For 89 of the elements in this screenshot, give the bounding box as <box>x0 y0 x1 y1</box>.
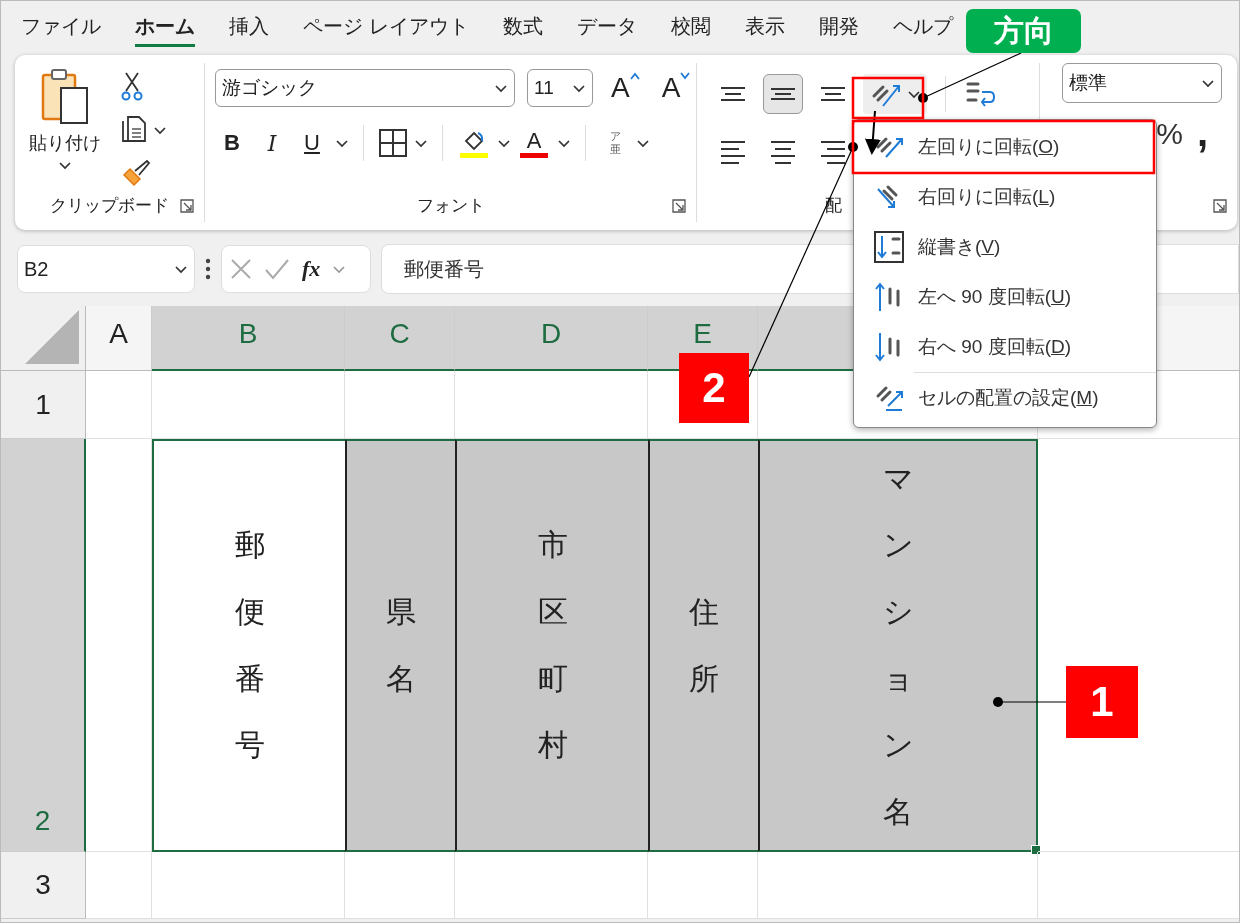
column-header[interactable]: C <box>345 306 455 371</box>
menu-tab[interactable]: ファイル <box>21 9 101 47</box>
arrow <box>864 110 881 155</box>
align-lines-icon <box>770 87 796 101</box>
percent-style-button[interactable]: % <box>1156 117 1183 151</box>
caret-down-icon <box>680 72 691 80</box>
menu-tab[interactable]: ヘルプ <box>892 9 953 47</box>
orientation-button[interactable] <box>863 74 927 114</box>
column-header[interactable]: A <box>86 306 152 371</box>
chevron-down-icon[interactable] <box>174 264 188 274</box>
menu-item[interactable]: 右回りに回転(L) <box>854 172 1156 222</box>
cell[interactable]: 市区町村 <box>455 439 648 852</box>
chevron-down-icon[interactable] <box>414 138 428 148</box>
more-options-icon[interactable] <box>205 258 211 280</box>
name-box[interactable]: B2 <box>17 245 195 293</box>
bold-button[interactable]: B <box>215 130 249 156</box>
align-lines-icon <box>770 139 796 165</box>
check-icon[interactable] <box>264 258 290 280</box>
phonetic-button[interactable]: ア 亜 <box>600 130 630 156</box>
chevron-down-icon[interactable] <box>1201 78 1215 88</box>
middle-align-button[interactable] <box>763 74 803 114</box>
chevron-down-icon[interactable] <box>636 138 650 148</box>
cell[interactable] <box>648 852 758 919</box>
cell[interactable] <box>86 852 152 919</box>
font-size-dropdown[interactable]: 11 <box>527 69 593 107</box>
insert-function-button[interactable]: fx <box>302 256 321 282</box>
vertical-text-icon <box>874 231 906 263</box>
cell[interactable] <box>86 371 152 439</box>
row-header[interactable]: 2 <box>1 439 86 852</box>
row-header[interactable]: 1 <box>1 371 86 439</box>
menu-tab[interactable]: データ <box>576 9 637 47</box>
callout-tooltip: 方向 <box>966 9 1081 53</box>
chevron-down-icon[interactable] <box>907 89 921 99</box>
italic-button[interactable]: I <box>255 130 289 156</box>
cell[interactable]: 県名 <box>345 439 455 852</box>
chevron-down-icon[interactable] <box>572 83 586 93</box>
row-header[interactable]: 3 <box>1 852 86 919</box>
chevron-down-icon[interactable] <box>557 138 571 148</box>
chevron-down-icon[interactable] <box>497 138 511 148</box>
menu-tab[interactable]: 挿入 <box>229 9 269 47</box>
cell[interactable]: マンション名 <box>758 439 1038 852</box>
dialog-launcher-icon[interactable] <box>1213 199 1227 213</box>
menu-item[interactable]: セルの配置の設定(M) <box>854 373 1156 423</box>
callout-tooltip: 1 <box>1066 666 1138 738</box>
chevron-down-icon[interactable] <box>153 125 167 135</box>
number-format-dropdown[interactable]: 標準 <box>1062 63 1222 103</box>
font-color-button[interactable]: A <box>517 128 551 158</box>
clipboard-icon <box>40 67 90 125</box>
group-label: 配 <box>825 194 842 217</box>
column-header[interactable]: B <box>152 306 345 371</box>
font-name-dropdown[interactable]: 游ゴシック <box>215 69 515 107</box>
comma-style-button[interactable]: , <box>1196 117 1208 151</box>
cell[interactable] <box>345 852 455 919</box>
borders-icon[interactable] <box>378 128 408 158</box>
menu-item[interactable]: 右へ 90 度回転(D) <box>854 322 1156 372</box>
menu-tab[interactable]: ホーム <box>135 9 195 47</box>
underline-button[interactable]: U <box>295 130 329 156</box>
caret-up-icon <box>629 72 640 80</box>
menu-tab[interactable]: 数式 <box>502 9 543 47</box>
menu-tab[interactable]: 表示 <box>744 9 785 47</box>
copy-icon[interactable] <box>121 115 147 145</box>
align-lines-icon <box>720 86 746 102</box>
callout-tooltip: 2 <box>679 353 749 423</box>
cell[interactable] <box>455 852 648 919</box>
align-lines-icon <box>720 139 746 165</box>
chevron-down-icon[interactable] <box>494 83 508 93</box>
menu-tab[interactable]: ページ レイアウト <box>303 9 469 47</box>
paste-button[interactable]: 貼り付け <box>25 63 105 188</box>
menu-tab[interactable]: 開発 <box>818 9 859 47</box>
menu-tab[interactable]: 校閲 <box>670 9 711 47</box>
chevron-down-icon[interactable] <box>58 161 72 170</box>
cell[interactable]: 住所 <box>648 439 758 852</box>
align-lines-icon <box>820 86 846 102</box>
menu-item[interactable]: 左回りに回転(O) <box>854 122 1156 172</box>
fill-handle[interactable] <box>1031 845 1041 855</box>
cell[interactable]: 郵便番号 <box>152 439 345 852</box>
column-header[interactable]: D <box>455 306 648 371</box>
dialog-launcher-icon[interactable] <box>672 199 686 213</box>
chevron-down-icon[interactable] <box>335 138 349 148</box>
format-painter-icon[interactable] <box>121 159 151 187</box>
cell[interactable] <box>758 852 1038 919</box>
scissors-icon[interactable] <box>121 71 143 101</box>
group-label: フォント <box>416 194 485 217</box>
dialog-launcher-icon[interactable] <box>180 199 194 213</box>
group-label: クリップボード <box>50 194 169 217</box>
increase-font-button[interactable]: A <box>607 72 644 104</box>
cell[interactable] <box>152 852 345 919</box>
align-lines-icon <box>820 139 846 165</box>
decrease-font-button[interactable]: A <box>657 72 695 104</box>
